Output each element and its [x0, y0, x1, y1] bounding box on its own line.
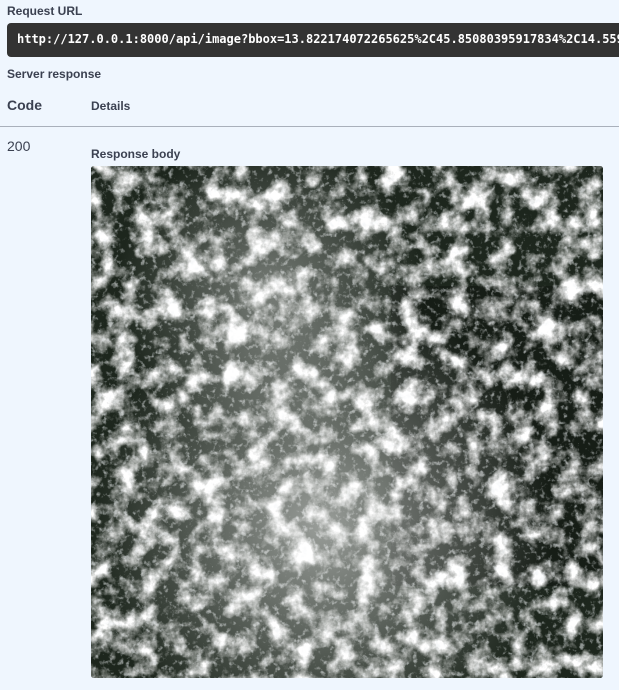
details-column-header: Details: [91, 99, 131, 113]
request-url-box[interactable]: http://127.0.0.1:8000/api/image?bbox=13.…: [7, 23, 619, 57]
satellite-image: [91, 166, 603, 678]
response-panel: Request URL http://127.0.0.1:8000/api/im…: [0, 0, 619, 690]
response-body-label: Response body: [91, 147, 181, 161]
code-column-header: Code: [7, 97, 42, 113]
header-divider: [0, 126, 619, 127]
request-url-text[interactable]: http://127.0.0.1:8000/api/image?bbox=13.…: [17, 32, 619, 46]
server-response-label: Server response: [7, 67, 102, 81]
response-image: [91, 166, 603, 678]
cloud-glow-upper: [91, 166, 603, 678]
status-code: 200: [7, 138, 31, 154]
request-url-label: Request URL: [7, 4, 83, 18]
